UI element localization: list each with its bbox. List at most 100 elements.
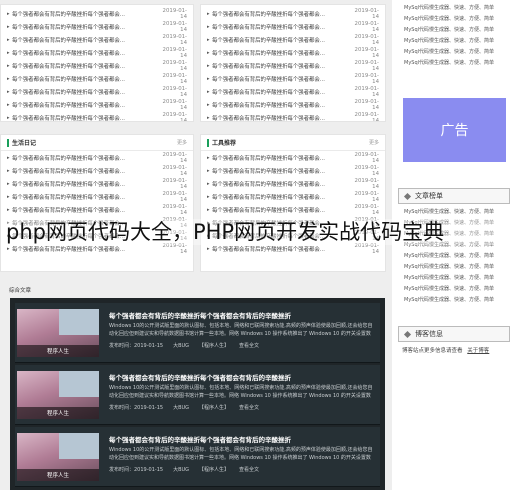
article-thumbnail[interactable]: 程序人生 bbox=[17, 371, 99, 419]
list-item[interactable]: ▸ 每个强者都会有背后的辛酸挫折每个强者都会... 2019-01-14 bbox=[201, 190, 385, 203]
article-rank-item[interactable]: MySql代码慢生成器、快速、方便、简单 bbox=[392, 261, 518, 272]
tools-panel: 工具推荐 更多 ▸ 每个强者都会有背后的辛酸挫折每个强者都会... 2019-01-… bbox=[200, 134, 386, 272]
sidebar-top-item[interactable]: MySql代码慢生成器、快速、方便、简单 bbox=[392, 35, 518, 46]
list-item[interactable]: ▸ 每个强者都会有背后的辛酸挫折每个强者都会... 2019-01-14 bbox=[201, 46, 385, 59]
list-item-date: 2019-01-14 bbox=[162, 177, 187, 190]
sidebar-top-item[interactable]: MySql代码慢生成器、快速、方便、简单 bbox=[392, 57, 518, 68]
list-item-title: 每个强者都会有背后的辛酸挫折每个强者都会... bbox=[12, 50, 125, 57]
list-item[interactable]: ▸ 每个强者都会有背后的辛酸挫折每个强者都会... 2019-01-14 bbox=[201, 177, 385, 190]
article-author: 大BUG bbox=[173, 343, 190, 349]
list-item-title: 每个强者都会有背后的辛酸挫折每个强者都会... bbox=[212, 50, 325, 57]
list-item[interactable]: ▸ 每个强者都会有背后的辛酸挫折每个强者都会... 2019-01-14 bbox=[201, 151, 385, 164]
list-item-title: 每个强者都会有背后的辛酸挫折每个强者都会... bbox=[212, 115, 325, 122]
list-item-title: 每个强者都会有背后的辛酸挫折每个强者都会... bbox=[12, 155, 125, 162]
thumbnail-sky bbox=[59, 433, 99, 459]
list-item[interactable]: ▸ 每个强者都会有背后的辛酸挫折每个强者都会... 2019-01-14 bbox=[1, 33, 193, 46]
list-item-title: 每个强者都会有背后的辛酸挫折每个强者都会... bbox=[212, 89, 325, 96]
article-rank-item[interactable]: MySql代码慢生成器、快速、方便、简单 bbox=[392, 294, 518, 305]
list-item-date: 2019-01-14 bbox=[162, 20, 187, 33]
life-diary-title: 生活日记 bbox=[12, 140, 37, 147]
list-item[interactable]: ▸ 每个强者都会有背后的辛酸挫折每个强者都会... 2019-01-14 bbox=[201, 203, 385, 216]
list-item[interactable]: ▸ 每个强者都会有背后的辛酸挫折每个强者都会... 2019-01-14 bbox=[201, 111, 385, 122]
list-item-date: 2019-01-14 bbox=[162, 59, 187, 72]
list-item[interactable]: ▸ 每个强者都会有背后的辛酸挫折每个强者都会... 2019-01-14 bbox=[201, 33, 385, 46]
list-item-title: 每个强者都会有背后的辛酸挫折每个强者都会... bbox=[212, 207, 325, 214]
list-item[interactable]: ▸ 每个强者都会有背后的辛酸挫折每个强者都会... 2019-01-14 bbox=[201, 59, 385, 72]
sidebar-top-item[interactable]: MySql代码慢生成器、快速、方便、简单 bbox=[392, 13, 518, 24]
thumbnail-sky bbox=[59, 371, 99, 397]
article-thumbnail[interactable]: 程序人生 bbox=[17, 433, 99, 481]
list-item-date: 2019-01-14 bbox=[354, 7, 379, 20]
section-marker bbox=[207, 138, 209, 147]
article-category[interactable]: 【程序人生】 bbox=[199, 467, 229, 473]
featured-article-card[interactable]: 程序人生 每个强者都会有背后的辛酸挫折每个强者都会有背后的辛酸挫折 Windows … bbox=[15, 427, 380, 487]
sidebar-top-item[interactable]: MySql代码慢生成器、快速、方便、简单 bbox=[392, 24, 518, 35]
article-summary: Windows 10的公开测试版里面的默认图标、包括本地、网络和已联网搜索功能,… bbox=[109, 323, 373, 337]
article-thumbnail[interactable]: 程序人生 bbox=[17, 309, 99, 357]
list-item-date: 2019-01-14 bbox=[162, 111, 187, 122]
sidebar-top-item[interactable]: MySql代码慢生成器、快速、方便、简单 bbox=[392, 46, 518, 57]
article-rank-item[interactable]: MySql代码慢生成器、快速、方便、简单 bbox=[392, 206, 518, 217]
list-item[interactable]: ▸ 每个强者都会有背后的辛酸挫折每个强者都会... 2019-01-14 bbox=[1, 20, 193, 33]
list-item-title: 每个强者都会有背后的辛酸挫折每个强者都会... bbox=[12, 102, 125, 109]
list-item[interactable]: ▸ 每个强者都会有背后的辛酸挫折每个强者都会... 2019-01-14 bbox=[1, 7, 193, 20]
article-category[interactable]: 【程序人生】 bbox=[199, 405, 229, 411]
article-rank-header: 文章榜单 bbox=[398, 188, 510, 204]
list-item[interactable]: ▸ 每个强者都会有背后的辛酸挫折每个强者都会... 2019-01-14 bbox=[1, 111, 193, 122]
read-more-link[interactable]: 查看全文 bbox=[239, 343, 259, 349]
list-item-title: 每个强者都会有背后的辛酸挫折每个强者都会... bbox=[212, 11, 325, 18]
list-item[interactable]: ▸ 每个强者都会有背后的辛酸挫折每个强者都会... 2019-01-14 bbox=[1, 72, 193, 85]
thumbnail-caption: 程序人生 bbox=[17, 345, 99, 357]
list-item[interactable]: ▸ 每个强者都会有背后的辛酸挫折每个强者都会... 2019-01-14 bbox=[1, 190, 193, 203]
read-more-link[interactable]: 查看全文 bbox=[239, 405, 259, 411]
list-item-title: 每个强者都会有背后的辛酸挫折每个强者都会... bbox=[212, 168, 325, 175]
read-more-link[interactable]: 查看全文 bbox=[239, 467, 259, 473]
tools-header: 工具推荐 更多 bbox=[201, 135, 385, 151]
article-time: 发布时间：2019-01-15 bbox=[109, 467, 164, 473]
about-blog-link[interactable]: 关于博客 bbox=[467, 348, 489, 354]
list-item-title: 每个强者都会有背后的辛酸挫折每个强者都会... bbox=[12, 11, 125, 18]
list-item[interactable]: ▸ 每个强者都会有背后的辛酸挫折每个强者都会... 2019-01-14 bbox=[1, 151, 193, 164]
list-item[interactable]: ▸ 每个强者都会有背后的辛酸挫折每个强者都会... 2019-01-14 bbox=[201, 98, 385, 111]
article-meta: 发布时间：2019-01-15 大BUG 【程序人生】 查看全文 bbox=[109, 342, 269, 349]
ad-banner[interactable]: 广告 bbox=[403, 98, 506, 162]
article-rank-item[interactable]: MySql代码慢生成器、快速、方便、简单 bbox=[392, 272, 518, 283]
list-item[interactable]: ▸ 每个强者都会有背后的辛酸挫折每个强者都会... 2019-01-14 bbox=[1, 59, 193, 72]
diamond-icon bbox=[403, 192, 412, 200]
featured-article-card[interactable]: 程序人生 每个强者都会有背后的辛酸挫折每个强者都会有背后的辛酸挫折 Windows … bbox=[15, 303, 380, 363]
article-category[interactable]: 【程序人生】 bbox=[199, 343, 229, 349]
list-item[interactable]: ▸ 每个强者都会有背后的辛酸挫折每个强者都会... 2019-01-14 bbox=[1, 46, 193, 59]
list-item-title: 每个强者都会有背后的辛酸挫折每个强者都会... bbox=[12, 76, 125, 83]
list-item[interactable]: ▸ 每个强者都会有背后的辛酸挫折每个强者都会... 2019-01-14 bbox=[201, 72, 385, 85]
sidebar-top-item[interactable]: MySql代码慢生成器、快速、方便、简单 bbox=[392, 2, 518, 13]
list-item[interactable]: ▸ 每个强者都会有背后的辛酸挫折每个强者都会... 2019-01-14 bbox=[201, 85, 385, 98]
list-item-title: 每个强者都会有背后的辛酸挫折每个强者都会... bbox=[12, 194, 125, 201]
list-item[interactable]: ▸ 每个强者都会有背后的辛酸挫折每个强者都会... 2019-01-14 bbox=[201, 164, 385, 177]
list-item[interactable]: ▸ 每个强者都会有背后的辛酸挫折每个强者都会... 2019-01-14 bbox=[1, 85, 193, 98]
list-item[interactable]: ▸ 每个强者都会有背后的辛酸挫折每个强者都会... 2019-01-14 bbox=[1, 203, 193, 216]
article-summary: Windows 10的公开测试版里面的默认图标、包括本地、网络和已联网搜索功能,… bbox=[109, 447, 373, 461]
blog-info-header: 博客信息 bbox=[398, 326, 510, 342]
list-item[interactable]: ▸ 每个强者都会有背后的辛酸挫折每个强者都会... 2019-01-14 bbox=[201, 7, 385, 20]
list-item[interactable]: ▸ 每个强者都会有背后的辛酸挫折每个强者都会... 2019-01-14 bbox=[1, 177, 193, 190]
list-item-title: 每个强者都会有背后的辛酸挫折每个强者都会... bbox=[212, 37, 325, 44]
list-item-date: 2019-01-14 bbox=[162, 151, 187, 164]
article-title[interactable]: 每个强者都会有背后的辛酸挫折每个强者都会有背后的辛酸挫折 bbox=[109, 310, 291, 320]
list-item-date: 2019-01-14 bbox=[354, 111, 379, 122]
list-item-title: 每个强者都会有背后的辛酸挫折每个强者都会... bbox=[212, 24, 325, 31]
list-item[interactable]: ▸ 每个强者都会有背后的辛酸挫折每个强者都会... 2019-01-14 bbox=[201, 20, 385, 33]
tools-more-link[interactable]: 更多 bbox=[369, 139, 379, 146]
article-meta: 发布时间：2019-01-15 大BUG 【程序人生】 查看全文 bbox=[109, 466, 269, 473]
featured-article-card[interactable]: 程序人生 每个强者都会有背后的辛酸挫折每个强者都会有背后的辛酸挫折 Windows … bbox=[15, 365, 380, 425]
life-diary-more-link[interactable]: 更多 bbox=[177, 139, 187, 146]
list-item-date: 2019-01-14 bbox=[354, 72, 379, 85]
list-item-date: 2019-01-14 bbox=[162, 33, 187, 46]
article-rank-item[interactable]: MySql代码慢生成器、快速、方便、简单 bbox=[392, 283, 518, 294]
list-item[interactable]: ▸ 每个强者都会有背后的辛酸挫折每个强者都会... 2019-01-14 bbox=[1, 164, 193, 177]
article-title[interactable]: 每个强者都会有背后的辛酸挫折每个强者都会有背后的辛酸挫折 bbox=[109, 372, 291, 382]
article-title[interactable]: 每个强者都会有背后的辛酸挫折每个强者都会有背后的辛酸挫折 bbox=[109, 434, 291, 444]
thumbnail-caption: 程序人生 bbox=[17, 469, 99, 481]
article-author: 大BUG bbox=[173, 467, 190, 473]
article-rank-item[interactable]: MySql代码慢生成器、快速、方便、简单 bbox=[392, 250, 518, 261]
list-item[interactable]: ▸ 每个强者都会有背后的辛酸挫折每个强者都会... 2019-01-14 bbox=[1, 98, 193, 111]
